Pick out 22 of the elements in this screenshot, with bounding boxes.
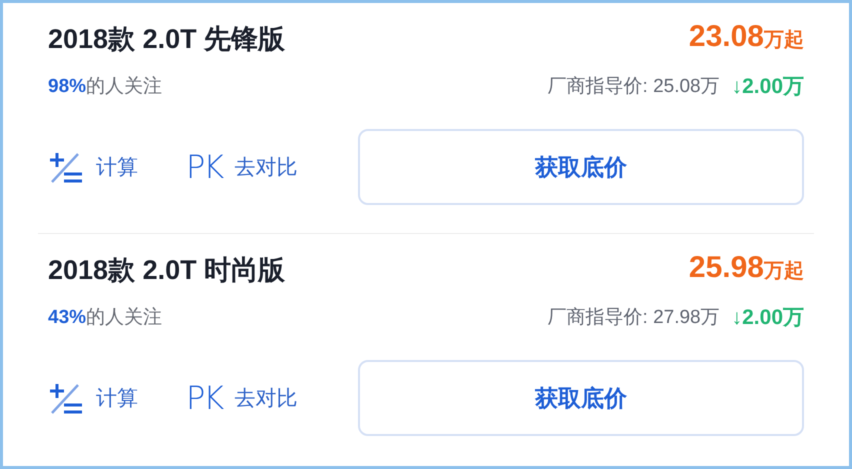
msrp-text: 厂商指导价: 25.08万	[548, 75, 720, 99]
attention-text: 43%的人关注	[48, 306, 162, 330]
attention-text: 98%的人关注	[48, 75, 162, 99]
get-price-button[interactable]: 获取底价	[358, 360, 804, 436]
action-link[interactable]: 计算	[96, 388, 138, 408]
price: 25.98	[688, 252, 764, 284]
price: 23.08	[688, 21, 764, 53]
price-unit: 万起	[764, 259, 804, 284]
get-price-button[interactable]: 获取底价	[358, 129, 804, 205]
trim-title: 2018款 2.0T 时尚版	[48, 254, 286, 286]
plus-equals-icon	[48, 381, 84, 415]
msrp-text: 厂商指导价: 27.98万	[548, 306, 720, 330]
price-unit: 万起	[764, 28, 804, 53]
pk-icon: PK	[186, 151, 222, 183]
pk-icon: PK	[186, 382, 222, 414]
action-link[interactable]: 计算	[96, 156, 138, 178]
action-link[interactable]: 去对比	[234, 156, 298, 178]
price-drop: ↓2.00万	[732, 75, 804, 99]
plus-equals-icon	[48, 150, 84, 184]
trim-title: 2018款 2.0T 先锋版	[48, 23, 286, 55]
action-link[interactable]: 去对比	[234, 388, 298, 408]
price-drop: ↓2.00万	[732, 306, 804, 330]
